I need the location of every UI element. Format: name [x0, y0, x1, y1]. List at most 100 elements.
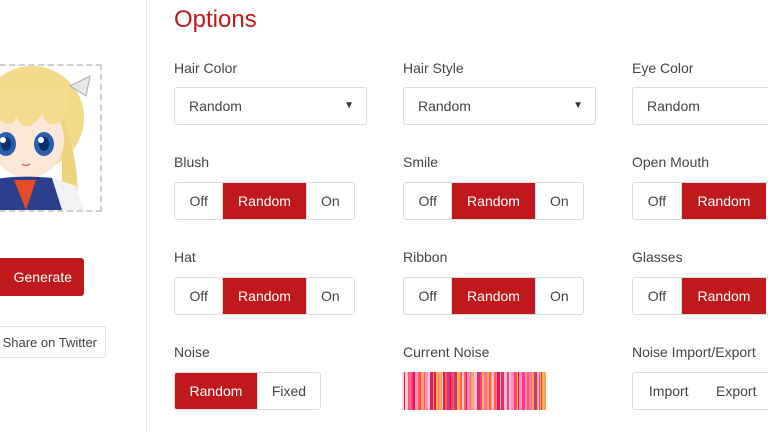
noise-stripe [542, 372, 544, 410]
noise-stripe [453, 372, 454, 410]
current-noise-label: Current Noise [403, 344, 490, 360]
generated-avatar-image [0, 64, 102, 212]
smile-random-button[interactable]: Random [452, 183, 536, 219]
noise-stripe [516, 372, 517, 410]
noise-stripe [436, 372, 438, 410]
blush-label: Blush [174, 154, 210, 170]
noise-stripe [408, 372, 410, 410]
noise-stripe [402, 372, 404, 410]
noise-stripe [506, 372, 507, 410]
noise-stripe [538, 372, 539, 410]
noise-stripe [407, 372, 408, 410]
blush-on-button[interactable]: On [307, 183, 354, 219]
noise-stripe [527, 372, 529, 410]
glasses-off-button[interactable]: Off [633, 278, 682, 314]
noise-stripe [424, 372, 425, 410]
noise-stripe [430, 372, 433, 410]
noise-stripe [530, 372, 532, 410]
noise-stripe [507, 372, 508, 410]
noise-stripe [494, 372, 496, 410]
noise-stripe [439, 372, 441, 410]
noise-stripe [541, 372, 542, 410]
noise-stripe [483, 372, 484, 410]
glasses-toggle: Off Random [632, 277, 768, 315]
ribbon-label: Ribbon [403, 249, 448, 265]
ribbon-toggle: Off Random On [403, 277, 584, 315]
noise-stripe [514, 372, 516, 410]
noise-stripe [470, 372, 471, 410]
noise-import-export-group: Import Export [632, 372, 768, 410]
hat-on-button[interactable]: On [307, 278, 354, 314]
share-on-twitter-button[interactable]: Share on Twitter [0, 326, 106, 358]
noise-stripe [464, 372, 466, 410]
open-mouth-random-button[interactable]: Random [682, 183, 766, 219]
left-panel: Generate Share on Twitter [0, 0, 147, 432]
open-mouth-toggle: Off Random [632, 182, 768, 220]
noise-stripe [460, 372, 462, 410]
noise-stripe [511, 372, 514, 410]
hair-style-label: Hair Style [403, 60, 464, 76]
noise-toggle: Random Fixed [174, 372, 321, 410]
noise-stripe [489, 372, 491, 410]
noise-fixed-button[interactable]: Fixed [258, 373, 320, 409]
ribbon-off-button[interactable]: Off [404, 278, 453, 314]
noise-stripe [411, 372, 413, 410]
blush-random-button[interactable]: Random [223, 183, 307, 219]
smile-off-button[interactable]: Off [404, 183, 453, 219]
blush-off-button[interactable]: Off [175, 183, 224, 219]
noise-import-export-label: Noise Import/Export [632, 344, 756, 360]
noise-stripe [509, 372, 511, 410]
export-button[interactable]: Export [704, 373, 768, 409]
hair-style-value: Random [418, 98, 471, 114]
noise-stripe [415, 372, 418, 410]
noise-stripe [413, 372, 415, 410]
noise-stripe [488, 372, 489, 410]
noise-stripe [462, 372, 464, 410]
hat-random-button[interactable]: Random [223, 278, 307, 314]
smile-toggle: Off Random On [403, 182, 584, 220]
noise-stripe [500, 372, 501, 410]
caret-down-icon: ▼ [573, 100, 583, 111]
eye-color-select[interactable]: Random [632, 87, 768, 125]
hair-style-select[interactable]: Random ▼ [403, 87, 596, 125]
noise-label: Noise [174, 344, 210, 360]
noise-stripe [517, 372, 518, 410]
noise-stripe [404, 372, 405, 410]
noise-stripe [519, 372, 522, 410]
import-button[interactable]: Import [633, 373, 704, 409]
noise-stripe [487, 372, 488, 410]
noise-stripe [544, 372, 546, 410]
open-mouth-label: Open Mouth [632, 154, 710, 170]
glasses-label: Glasses [632, 249, 683, 265]
noise-stripe [438, 372, 439, 410]
noise-stripe [537, 372, 538, 410]
noise-stripe [480, 372, 482, 410]
hair-color-select[interactable]: Random ▼ [174, 87, 367, 125]
noise-stripe [532, 372, 534, 410]
caret-down-icon: ▼ [344, 100, 354, 111]
noise-stripe [428, 372, 430, 410]
hat-off-button[interactable]: Off [175, 278, 224, 314]
open-mouth-off-button[interactable]: Off [633, 183, 682, 219]
noise-random-button[interactable]: Random [175, 373, 258, 409]
ribbon-random-button[interactable]: Random [452, 278, 536, 314]
noise-stripe [425, 372, 428, 410]
noise-stripe [497, 372, 500, 410]
noise-stripe [442, 372, 443, 410]
noise-stripe [471, 372, 474, 410]
hat-toggle: Off Random On [174, 277, 355, 315]
eye-color-label: Eye Color [632, 60, 694, 76]
noise-stripe [529, 372, 530, 410]
noise-stripe [523, 372, 525, 410]
ribbon-on-button[interactable]: On [536, 278, 583, 314]
noise-stripe [525, 372, 527, 410]
noise-stripe [454, 372, 457, 410]
glasses-random-button[interactable]: Random [682, 278, 766, 314]
noise-stripe [405, 372, 407, 410]
noise-stripe [504, 372, 506, 410]
smile-on-button[interactable]: On [536, 183, 583, 219]
noise-stripe [539, 372, 540, 410]
generate-button[interactable]: Generate [0, 258, 84, 296]
noise-stripe [467, 372, 470, 410]
noise-stripe [441, 372, 442, 410]
